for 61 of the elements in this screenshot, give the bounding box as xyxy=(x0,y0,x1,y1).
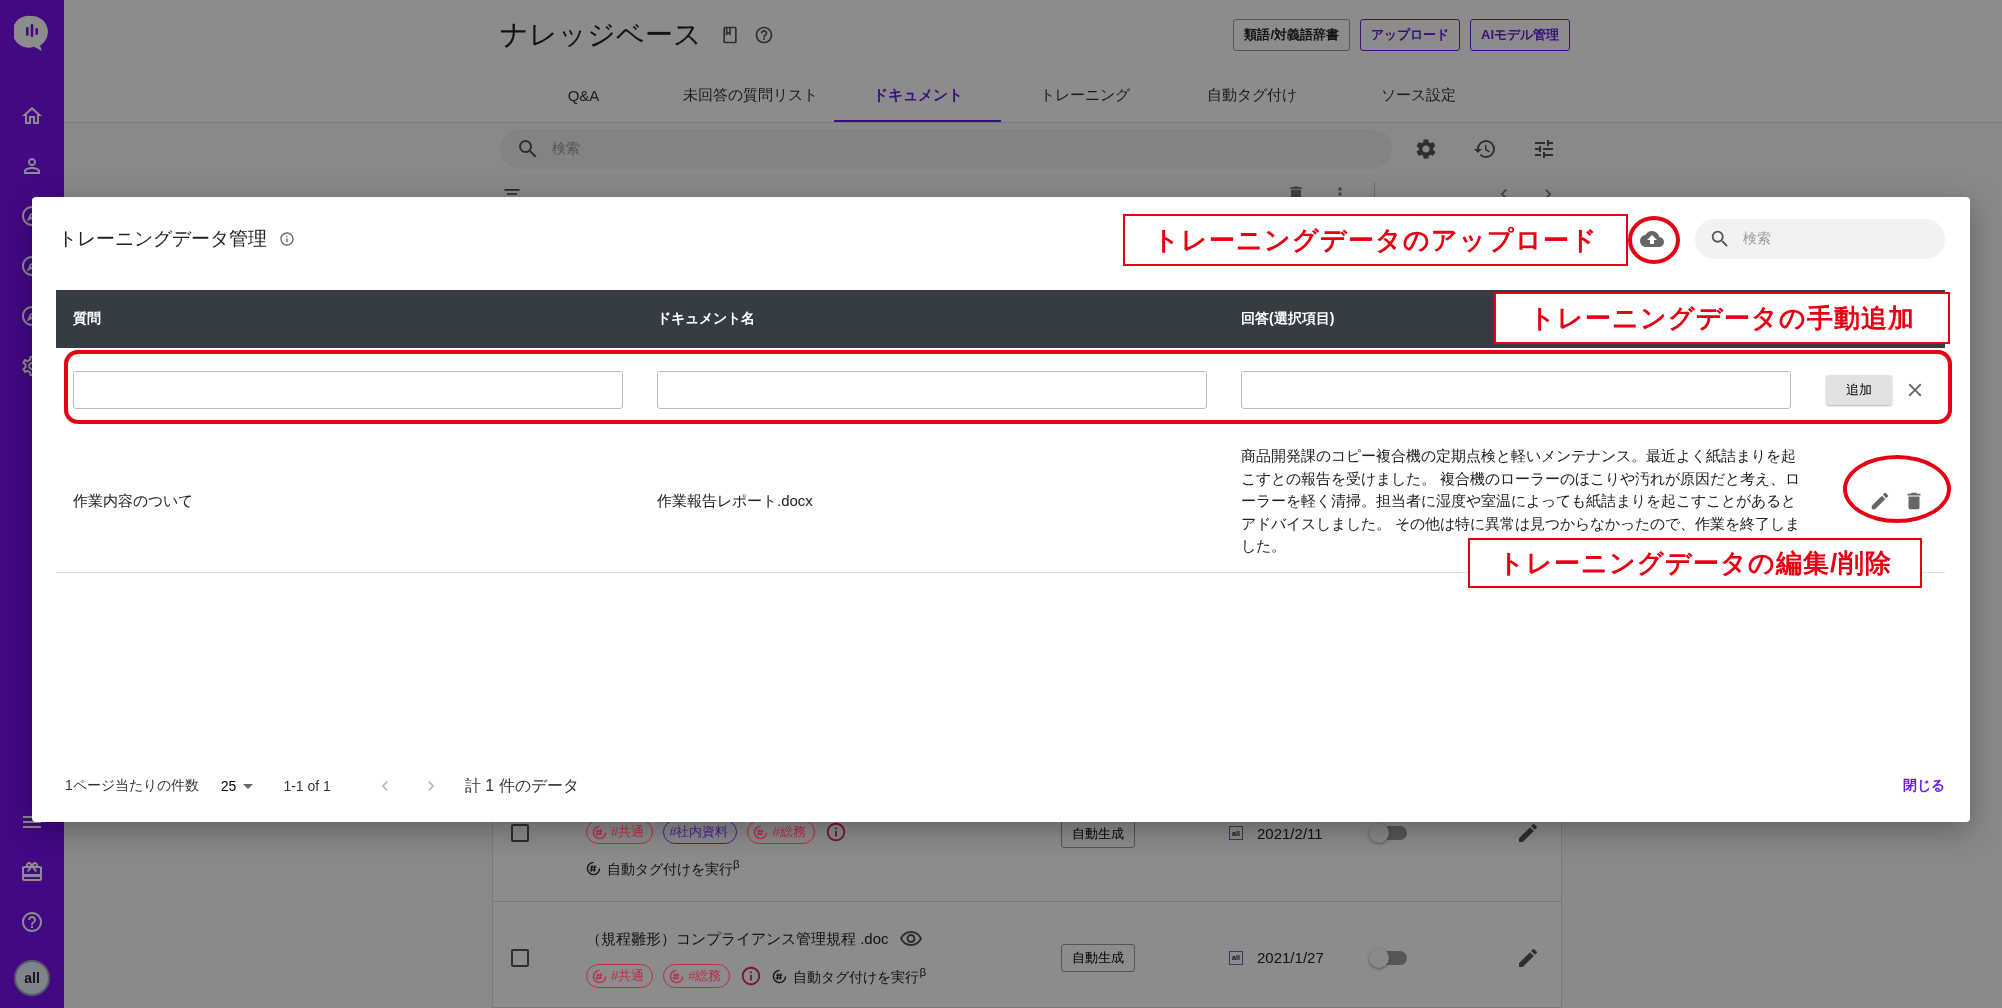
close-button[interactable]: 閉じる xyxy=(1903,777,1945,795)
document-title[interactable]: （規程雛形）コンプライアンス管理規程 .doc xyxy=(586,929,889,949)
help-icon[interactable] xyxy=(754,25,774,45)
dialog-title: トレーニングデータ管理 xyxy=(58,227,267,251)
auto-tag-link[interactable]: 自動タグ付けを実行$^{β}$ xyxy=(772,965,927,987)
info-icon xyxy=(824,821,847,844)
hash-icon xyxy=(586,860,601,876)
tab[interactable]: 未回答の質問リスト xyxy=(667,70,834,122)
header-button[interactable]: アップロード xyxy=(1360,19,1460,51)
settings-icon[interactable] xyxy=(1414,137,1438,161)
sliders-icon[interactable] xyxy=(1532,137,1556,161)
search-icon xyxy=(1709,228,1731,250)
hash-icon xyxy=(772,968,788,984)
generate-button[interactable]: 自動生成 xyxy=(1061,820,1135,849)
caret-icon xyxy=(243,783,254,789)
callout-label: トレーニングデータの手動追加 xyxy=(1494,292,1950,344)
column-header: 質問 xyxy=(73,310,101,328)
tab[interactable]: トレーニング xyxy=(1001,70,1168,122)
avatar[interactable]: all xyxy=(14,960,50,996)
toggle-switch[interactable] xyxy=(1371,950,1407,965)
date: 2021/1/27 xyxy=(1257,949,1324,966)
input-field[interactable] xyxy=(1241,370,1791,409)
history-icon[interactable] xyxy=(1473,137,1497,161)
column-header: 回答(選択項目) xyxy=(1241,310,1335,328)
date: 2021/2/11 xyxy=(1257,824,1323,842)
add-button[interactable]: 追加 xyxy=(1826,374,1892,405)
table-cell-text: 作業報告レポート.docx xyxy=(656,491,814,511)
hash-icon xyxy=(669,968,685,984)
header-button[interactable]: 類語/対義語辞書 xyxy=(1233,19,1350,51)
highlight-ellipse xyxy=(1628,216,1680,264)
toggle-switch[interactable] xyxy=(1371,826,1407,841)
book-icon[interactable] xyxy=(720,25,740,45)
help-icon[interactable] xyxy=(20,910,44,934)
checkbox[interactable] xyxy=(511,824,529,843)
gift-icon[interactable] xyxy=(20,860,44,884)
chat-bubble-logo-icon xyxy=(14,14,50,52)
input-field[interactable] xyxy=(73,370,623,409)
header-button[interactable]: AIモデル管理 xyxy=(1470,19,1570,51)
search-placeholder: 検索 xyxy=(1743,230,1771,248)
hash-icon xyxy=(753,824,769,840)
search-field[interactable]: 検索 xyxy=(1695,219,1945,259)
hash-icon xyxy=(592,824,607,840)
column-header: ドキュメント名 xyxy=(657,310,755,328)
hash-icon xyxy=(592,968,607,984)
info-icon xyxy=(740,965,763,987)
tab[interactable]: Q&A xyxy=(500,70,667,122)
rows-per-page-label: 1ページ当たりの件数 xyxy=(65,777,199,795)
page-title: ナレッジベース xyxy=(500,18,702,52)
generate-button[interactable]: 自動生成 xyxy=(1061,943,1135,972)
input-field[interactable] xyxy=(657,370,1207,409)
tab[interactable]: 自動タグ付け xyxy=(1168,70,1335,122)
auto-tag-link[interactable]: 自動タグ付けを実行$^{β}$ xyxy=(586,857,740,879)
pagination-range: 1-1 of 1 xyxy=(283,778,331,794)
callout-label: トレーニングデータのアップロード xyxy=(1123,214,1628,266)
total-count: 計 1 件のデータ xyxy=(464,775,579,796)
table-cell-text: 作業内容のついて xyxy=(72,491,194,511)
tab[interactable]: ソース設定 xyxy=(1335,70,1502,122)
tab[interactable]: ドキュメント xyxy=(834,70,1001,122)
checkbox[interactable] xyxy=(511,948,529,967)
rows-per-page-select[interactable]: 25 xyxy=(220,778,254,794)
info-icon xyxy=(279,231,295,247)
